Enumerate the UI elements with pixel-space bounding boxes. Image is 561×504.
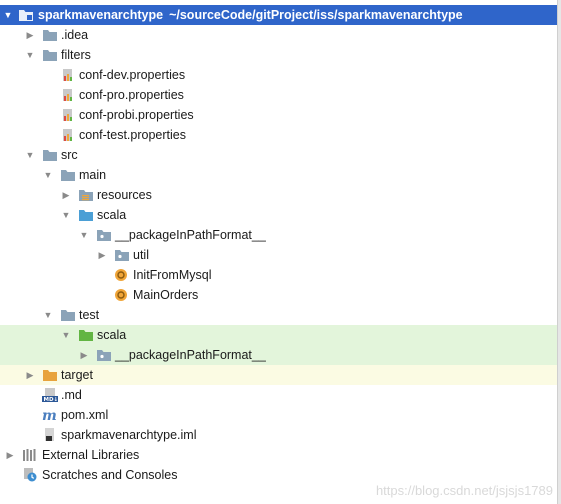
project-path: ~/sourceCode/gitProject/iss/sparkmavenar…: [169, 8, 463, 22]
watermark: https://blog.csdn.net/jsjsjs1789: [375, 483, 553, 498]
resources-label: resources: [97, 188, 152, 202]
test-label: test: [79, 308, 100, 322]
main-orders-label: MainOrders: [133, 288, 199, 302]
test-source-folder-icon: [78, 328, 94, 342]
scala-test-label: scala: [97, 328, 127, 342]
properties-file-icon: [60, 108, 76, 122]
idea-label: .idea: [61, 28, 89, 42]
tree-row-package-main[interactable]: ▼ __packageInPathFormat__: [0, 225, 557, 245]
resources-folder-icon: [78, 188, 94, 202]
iml-file-icon: [42, 428, 58, 442]
pom-label: pom.xml: [61, 408, 109, 422]
class-icon: [113, 288, 129, 302]
collapsed-arrow-icon[interactable]: ▶: [78, 345, 90, 365]
tree-row-main-orders[interactable]: MainOrders: [0, 285, 557, 305]
tree-row-md[interactable]: MD↓ .md: [0, 385, 557, 405]
project-tree: ▼ sparkmavenarchtype ~/sourceCode/gitProj…: [0, 5, 557, 485]
tree-row-resources[interactable]: ▶ resources: [0, 185, 557, 205]
class-icon: [113, 268, 129, 282]
folder-icon: [42, 28, 58, 42]
folder-icon: [42, 148, 58, 162]
collapsed-arrow-icon[interactable]: ▶: [96, 245, 108, 265]
tree-row-package-test[interactable]: ▶ __packageInPathFormat__: [0, 345, 557, 365]
package-icon: [114, 248, 130, 262]
excluded-folder-icon: [42, 368, 58, 382]
conf-probi-label: conf-probi.properties: [79, 108, 194, 122]
tree-row-src[interactable]: ▼ src: [0, 145, 557, 165]
tree-row-conf-pro[interactable]: conf-pro.properties: [0, 85, 557, 105]
conf-dev-label: conf-dev.properties: [79, 68, 186, 82]
tree-row-pom[interactable]: m pom.xml: [0, 405, 557, 425]
tree-row-init-from-mysql[interactable]: InitFromMysql: [0, 265, 557, 285]
scala-main-label: scala: [97, 208, 127, 222]
folder-icon: [60, 168, 76, 182]
external-libraries-icon: [22, 448, 38, 462]
expanded-arrow-icon[interactable]: ▼: [24, 45, 36, 65]
tree-row-iml[interactable]: sparkmavenarchtype.iml: [0, 425, 557, 445]
package-test-label: __packageInPathFormat__: [115, 348, 266, 362]
util-label: util: [133, 248, 149, 262]
collapsed-arrow-icon[interactable]: ▶: [24, 365, 36, 385]
target-label: target: [61, 368, 93, 382]
maven-icon: m: [42, 408, 58, 422]
project-name: sparkmavenarchtype: [38, 8, 164, 22]
external-libraries-label: External Libraries: [42, 448, 140, 462]
collapsed-arrow-icon[interactable]: ▶: [60, 185, 72, 205]
filters-label: filters: [61, 48, 91, 62]
project-root-label: sparkmavenarchtype ~/sourceCode/gitProjec…: [38, 5, 463, 25]
src-label: src: [61, 148, 78, 162]
source-folder-icon: [78, 208, 94, 222]
collapsed-arrow-icon[interactable]: ▶: [24, 25, 36, 45]
conf-pro-label: conf-pro.properties: [79, 88, 184, 102]
scratches-icon: [22, 468, 38, 482]
tree-row-external-libraries[interactable]: ▶ External Libraries: [0, 445, 557, 465]
svg-text:m: m: [42, 408, 57, 422]
expanded-arrow-icon[interactable]: ▼: [60, 205, 72, 225]
package-icon: [96, 228, 112, 242]
folder-icon: [42, 48, 58, 62]
init-from-mysql-label: InitFromMysql: [133, 268, 212, 282]
tree-row-main[interactable]: ▼ main: [0, 165, 557, 185]
properties-file-icon: [60, 128, 76, 142]
svg-text:MD↓: MD↓: [44, 396, 59, 402]
tree-row-idea[interactable]: ▶ .idea: [0, 25, 557, 45]
tree-row-scala-test[interactable]: ▼ scala: [0, 325, 557, 345]
tree-row-filters[interactable]: ▼ filters: [0, 45, 557, 65]
package-icon: [96, 348, 112, 362]
expanded-arrow-icon[interactable]: ▼: [2, 5, 14, 25]
tree-row-scratches[interactable]: Scratches and Consoles: [0, 465, 557, 485]
scratches-label: Scratches and Consoles: [42, 468, 178, 482]
tree-row-target[interactable]: ▶ target: [0, 365, 557, 385]
expanded-arrow-icon[interactable]: ▼: [42, 305, 54, 325]
tree-row-project-root[interactable]: ▼ sparkmavenarchtype ~/sourceCode/gitProj…: [0, 5, 557, 25]
iml-label: sparkmavenarchtype.iml: [61, 428, 197, 442]
md-label: .md: [61, 388, 82, 402]
conf-test-label: conf-test.properties: [79, 128, 186, 142]
folder-icon: [60, 308, 76, 322]
package-main-label: __packageInPathFormat__: [115, 228, 266, 242]
tree-row-conf-test[interactable]: conf-test.properties: [0, 125, 557, 145]
markdown-icon: MD↓: [42, 388, 58, 402]
tree-row-conf-probi[interactable]: conf-probi.properties: [0, 105, 557, 125]
panel-border: [557, 0, 561, 504]
module-folder-icon: [18, 8, 34, 22]
properties-file-icon: [60, 88, 76, 102]
tree-row-test[interactable]: ▼ test: [0, 305, 557, 325]
expanded-arrow-icon[interactable]: ▼: [24, 145, 36, 165]
main-label: main: [79, 168, 107, 182]
tree-row-scala-main[interactable]: ▼ scala: [0, 205, 557, 225]
expanded-arrow-icon[interactable]: ▼: [60, 325, 72, 345]
properties-file-icon: [60, 68, 76, 82]
tree-row-conf-dev[interactable]: conf-dev.properties: [0, 65, 557, 85]
tree-row-util[interactable]: ▶ util: [0, 245, 557, 265]
collapsed-arrow-icon[interactable]: ▶: [4, 445, 16, 465]
expanded-arrow-icon[interactable]: ▼: [42, 165, 54, 185]
expanded-arrow-icon[interactable]: ▼: [78, 225, 90, 245]
